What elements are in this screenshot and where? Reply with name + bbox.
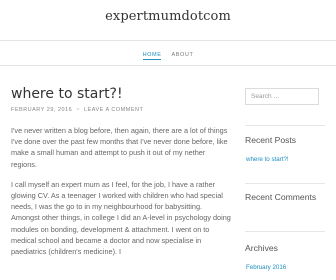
recent-post-link[interactable]: where to start?!	[246, 156, 289, 163]
widget-divider	[245, 125, 325, 126]
post-paragraph: I call myself an expert mum as I feel, f…	[11, 179, 231, 257]
nav-divider	[0, 65, 336, 66]
widget-divider	[245, 231, 325, 232]
widget-divider	[245, 183, 325, 184]
post-meta: February 29, 2016 ~ Leave a comment	[11, 107, 231, 113]
post-date[interactable]: February 29, 2016	[11, 107, 72, 113]
main-navigation: Home About	[0, 52, 336, 60]
main-content: where to start?! February 29, 2016 ~ Lea…	[11, 86, 231, 266]
post-paragraph: I've never written a blog before, then a…	[11, 126, 228, 169]
leave-comment-link[interactable]: Leave a comment	[84, 107, 143, 113]
meta-separator: ~	[76, 107, 80, 113]
archive-link[interactable]: February 2016	[246, 264, 286, 271]
search-input[interactable]: Search …	[245, 88, 319, 105]
sidebar: Search … Recent Posts where to start?! R…	[245, 88, 325, 271]
nav-item-home[interactable]: Home	[142, 52, 162, 60]
archives-title: Archives	[245, 243, 278, 253]
site-title[interactable]: expertmumdotcom	[0, 9, 336, 24]
nav-item-about[interactable]: About	[171, 52, 193, 60]
post-body: I've never written a blog before, then a…	[11, 125, 231, 257]
blog-post: where to start?! February 29, 2016 ~ Lea…	[11, 86, 231, 257]
header-divider	[0, 40, 336, 41]
post-title[interactable]: where to start?!	[11, 86, 231, 102]
recent-posts-title: Recent Posts	[245, 135, 297, 145]
recent-comments-title: Recent Comments	[245, 192, 317, 202]
